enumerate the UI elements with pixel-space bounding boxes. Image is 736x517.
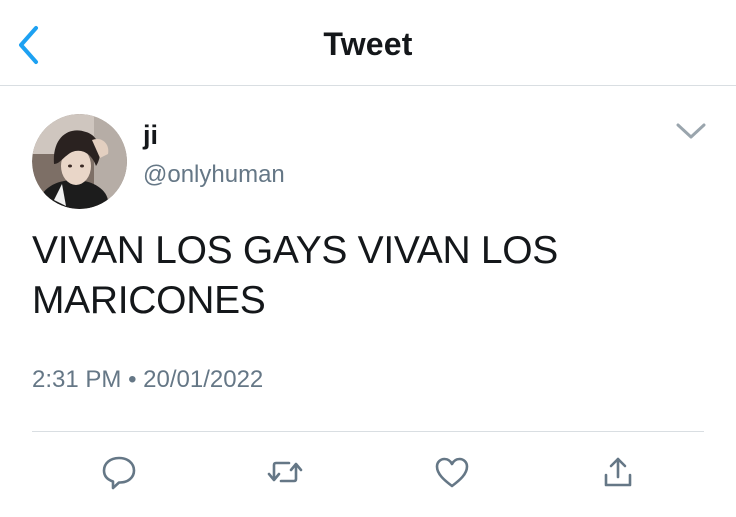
tweet-timestamp: 2:31 PM • 20/01/2022 [32,366,263,394]
tweet-text: VIVAN LOS GAYS VIVAN LOS MARICONES [32,229,558,322]
page-title: Tweet [323,26,413,62]
author-name[interactable]: ji [143,120,158,151]
top-bar: Tweet [0,0,736,86]
reply-icon [102,456,136,490]
chevron-down-icon [676,123,706,139]
tweet-date: 20/01/2022 [143,366,264,393]
author-handle[interactable]: @onlyhuman [143,161,285,189]
retweet-button[interactable] [265,452,305,492]
tweet-menu-button[interactable] [672,118,710,144]
reply-button[interactable] [99,452,139,492]
share-button[interactable] [598,452,638,492]
divider [32,431,704,432]
avatar[interactable] [32,114,127,209]
share-icon [604,457,632,487]
like-icon [435,457,469,488]
retweet-icon [267,461,303,483]
meta-separator: • [128,366,137,393]
tweet-time: 2:31 PM [32,366,122,393]
avatar-photo [32,114,127,209]
like-button[interactable] [432,452,472,492]
